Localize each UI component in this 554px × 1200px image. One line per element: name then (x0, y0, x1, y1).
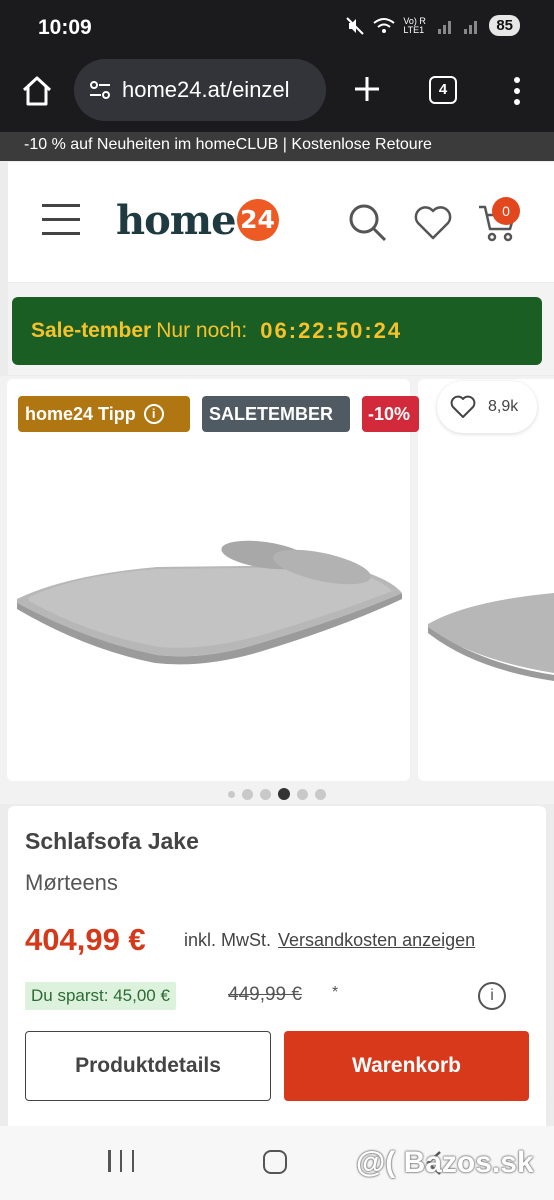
sale-countdown-banner[interactable]: Sale-tember Nur noch: 06:22:50:24 (12, 297, 542, 365)
pagination-dot[interactable] (228, 790, 235, 798)
url-text[interactable]: home24.at/einzel (122, 77, 314, 103)
vat-text: inkl. MwSt. (184, 930, 272, 950)
product-image-main[interactable] (7, 379, 410, 781)
home-icon[interactable] (20, 74, 54, 108)
battery-indicator: 85 (489, 15, 520, 36)
url-bar[interactable]: home24.at/einzel (74, 59, 326, 121)
network-label: Vo) R LTE1 (403, 15, 426, 35)
signal-icon-2 (464, 20, 478, 34)
sofa-bed-image-2 (428, 593, 554, 681)
sofa-bed-image (17, 540, 402, 665)
pagination-dot[interactable] (242, 788, 253, 800)
recent-apps-icon[interactable] (108, 1150, 134, 1172)
home24-logo[interactable]: home 24 (116, 194, 279, 246)
cart-count-badge: 0 (492, 197, 520, 225)
site-header: home 24 (8, 162, 554, 282)
old-price: 449,99 € (228, 984, 302, 1005)
wishlist-heart-icon[interactable] (413, 203, 453, 243)
site-settings-icon[interactable] (88, 78, 112, 102)
promo-banner[interactable]: -10 % auf Neuheiten im homeCLUB | Kosten… (0, 132, 554, 161)
wishlist-count: 8,9k (488, 398, 519, 415)
gallery-pagination-dots[interactable] (228, 788, 326, 800)
product-image-next[interactable] (418, 379, 554, 781)
pagination-dot[interactable] (315, 788, 326, 800)
saletember-badge: SALETEMBER (202, 396, 350, 432)
product-title: Schlafsofa Jake (25, 828, 199, 854)
vat-info: inkl. MwSt. Versandkosten anzeigen (184, 930, 475, 951)
search-icon[interactable] (347, 202, 387, 242)
pagination-dot-active[interactable] (278, 788, 290, 800)
product-price: 404,99 € (25, 922, 146, 957)
discount-badge: -10% (362, 396, 419, 432)
status-icons: Vo) R LTE1 85 (345, 15, 520, 36)
shipping-costs-link[interactable]: Versandkosten anzeigen (278, 930, 475, 950)
product-brand[interactable]: Mørteens (25, 870, 118, 896)
wishlist-button[interactable]: 8,9k (437, 381, 537, 433)
wifi-icon (373, 17, 395, 33)
product-details-button[interactable]: Produktdetails (25, 1031, 271, 1101)
new-tab-icon[interactable] (350, 72, 384, 106)
bazos-watermark: @( Bazos.sk (356, 1146, 534, 1179)
tipp-badge-label: home24 Tipp (25, 403, 136, 424)
browser-toolbar: home24.at/einzel 4 (0, 56, 554, 132)
more-menu-icon[interactable] (507, 74, 527, 108)
signal-icon (438, 20, 452, 34)
sale-label: Sale-tember (31, 319, 152, 342)
heart-icon (450, 395, 476, 418)
logo-word: home (116, 196, 237, 244)
sale-countdown-timer: 06:22:50:24 (260, 318, 403, 343)
logo-number: 24 (236, 199, 279, 241)
pagination-dot[interactable] (260, 788, 271, 800)
mute-icon (346, 16, 365, 35)
menu-hamburger-icon[interactable] (42, 204, 80, 238)
home24-tipp-badge[interactable]: home24 Tipp i (18, 396, 190, 432)
pagination-dot[interactable] (297, 788, 308, 800)
home-nav-icon[interactable] (263, 1150, 287, 1174)
add-to-cart-button[interactable]: Warenkorb (284, 1031, 529, 1101)
price-info-icon[interactable]: i (478, 982, 506, 1010)
info-icon[interactable]: i (143, 404, 164, 424)
price-footnote-mark: * (332, 984, 339, 1001)
status-bar: 10:09 Vo) R LTE1 85 (0, 0, 554, 56)
tab-switcher-button[interactable]: 4 (429, 76, 457, 104)
status-time: 10:09 (38, 16, 92, 39)
sale-remaining-text: Nur noch: (156, 319, 248, 342)
savings-badge: Du sparst: 45,00 € (25, 982, 176, 1010)
